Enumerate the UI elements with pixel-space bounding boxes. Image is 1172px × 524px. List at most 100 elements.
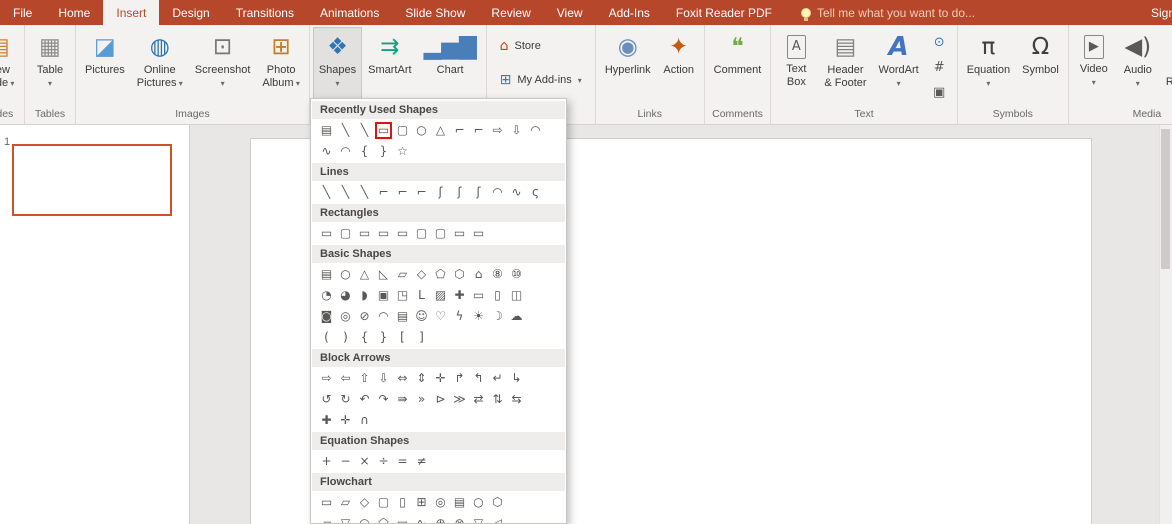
smartart-button[interactable]: ⇉ SmartArt [362,27,417,105]
shape-item[interactable]: ▢ [337,225,354,242]
screen-recording-button[interactable]: ◉ScreenRecording [1160,27,1172,105]
shape-item[interactable]: ◕ [337,287,354,304]
shape-item[interactable]: × [356,453,373,470]
equation-button[interactable]: π Equation ▾ [961,27,1016,105]
shape-item[interactable]: ⌐ [394,184,411,201]
shape-item[interactable]: ⌐ [451,122,468,139]
shape-item[interactable]: ◁ [489,515,506,523]
shape-item[interactable]: } [375,143,392,160]
shape-item[interactable]: △ [356,266,373,283]
shape-item[interactable]: ↻ [337,391,354,408]
shape-item[interactable]: ▤ [451,494,468,511]
tab-insert[interactable]: Insert [103,0,160,25]
shape-item[interactable]: ◎ [432,494,449,511]
shape-item[interactable]: ▯ [394,494,411,511]
slide-number-button[interactable]: # [927,56,952,78]
store-button[interactable]: ⌂ Store [494,35,588,57]
shape-item[interactable]: ς [527,184,544,201]
tab-slide-show[interactable]: Slide Show [392,0,478,25]
shape-item[interactable]: ◔ [318,287,335,304]
shape-item[interactable]: ♡ [432,308,449,325]
shape-item[interactable]: ⬠ [432,266,449,283]
pictures-button[interactable]: ◪ Pictures [79,27,131,105]
shape-item[interactable]: ⊞ [413,494,430,511]
shape-item[interactable]: ʃ [451,184,468,201]
shape-item[interactable]: ▽ [470,515,487,523]
shape-item[interactable]: ⊗ [451,515,468,523]
shape-item[interactable]: ▤ [394,308,411,325]
shape-item[interactable]: ○ [337,266,354,283]
shape-item[interactable]: ▱ [394,266,411,283]
shape-item[interactable]: { [356,329,373,346]
screenshot-button[interactable]: ⊡ Screenshot ▾ [189,27,257,105]
new-slide-button[interactable]: ▤NewSlide ▾ [0,27,21,105]
shape-item[interactable]: ≫ [451,391,468,408]
shape-item[interactable]: ] [413,329,430,346]
shape-item-rectangle-highlighted[interactable]: ▭ [375,122,392,139]
shape-item[interactable]: ✚ [318,412,335,429]
shape-item[interactable]: ○ [413,122,430,139]
shape-item[interactable]: ✛ [337,412,354,429]
slide-thumbnail[interactable] [12,144,172,216]
shape-item[interactable]: ʃ [470,184,487,201]
shape-item[interactable]: ↵ [489,370,506,387]
shape-item[interactable]: ▭ [318,494,335,511]
shapes-button[interactable]: ❖ Shapes ▾ [312,27,363,105]
shape-item[interactable]: ⬠ [375,515,392,523]
shape-item[interactable]: ▢ [413,225,430,242]
shape-item[interactable]: ⇅ [489,391,506,408]
shape-item[interactable]: ☆ [394,143,411,160]
shape-item[interactable]: ⊘ [356,308,373,325]
shape-item[interactable]: ╲ [356,184,373,201]
shape-item[interactable]: ◠ [337,143,354,160]
tab-view[interactable]: View [544,0,596,25]
shape-item[interactable]: ○ [356,515,373,523]
shape-item[interactable]: ☀ [470,308,487,325]
shape-item[interactable]: ↱ [451,370,468,387]
shape-item[interactable]: ▢ [394,122,411,139]
shape-item[interactable]: ◠ [375,308,392,325]
shape-item[interactable]: ∩ [356,412,373,429]
shape-item[interactable]: ÷ [375,453,392,470]
shape-item[interactable]: ▭ [451,225,468,242]
shape-item[interactable]: = [394,453,411,470]
shape-item[interactable]: ) [337,329,354,346]
shape-item[interactable]: ↰ [470,370,487,387]
shape-item[interactable]: » [413,391,430,408]
tab-review[interactable]: Review [478,0,543,25]
shape-item[interactable]: ▭ [470,225,487,242]
tab-foxit-reader-pdf[interactable]: Foxit Reader PDF [663,0,785,25]
tab-home[interactable]: Home [45,0,103,25]
shape-item[interactable]: L [413,287,430,304]
shape-item[interactable]: ◫ [508,287,525,304]
shape-item[interactable]: ▱ [337,494,354,511]
shape-item[interactable]: ⇛ [394,391,411,408]
shape-item[interactable]: ⇨ [489,122,506,139]
shape-item[interactable]: ◇ [356,494,373,511]
shape-item[interactable]: { [356,143,373,160]
tab-add-ins[interactable]: Add-Ins [596,0,663,25]
action-button[interactable]: ✦ Action [657,27,701,105]
sign-in-button[interactable]: Sign in [1151,0,1172,25]
shape-item[interactable]: ⇩ [375,370,392,387]
shape-item[interactable]: ⌐ [413,184,430,201]
shape-item[interactable]: ∿ [318,143,335,160]
shape-item[interactable]: ⌂ [470,266,487,283]
shape-item[interactable]: ↷ [375,391,392,408]
shape-item[interactable]: ʃ [432,184,449,201]
chart-button[interactable]: ▂▅▇ Chart [418,27,483,105]
shape-item[interactable]: ⊕ [432,515,449,523]
shape-item[interactable]: ⊳ [432,391,449,408]
shape-item[interactable]: ◎ [337,308,354,325]
shape-item[interactable]: △ [432,122,449,139]
shape-item[interactable]: [ [394,329,411,346]
tell-me-box[interactable]: Tell me what you want to do... [800,0,975,25]
shape-item[interactable]: ⇩ [508,122,525,139]
shape-item[interactable]: ◗ [356,287,373,304]
shape-item[interactable]: ∿ [508,184,525,201]
shape-item[interactable]: ▽ [337,515,354,523]
shape-item[interactable]: ☽ [489,308,506,325]
shape-item[interactable]: ( [318,329,335,346]
shape-item[interactable]: − [337,453,354,470]
tab-file[interactable]: File [0,0,45,25]
